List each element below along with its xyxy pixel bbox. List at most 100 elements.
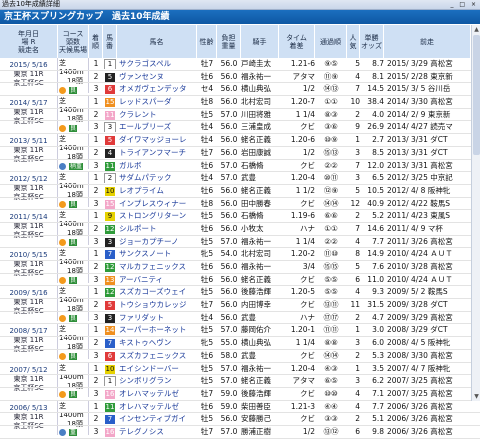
result-row[interactable]: 3 6 スズカフェニックス 牡6 58.0 武豊 クビ ⑭⑭ 2 5.3 2008/ 3/30 高松… — [0, 350, 480, 363]
horse-name[interactable]: スズカコーズウェイ — [117, 286, 199, 297]
horse-name[interactable]: トライアンフマーチ — [117, 147, 199, 158]
previous-race[interactable]: 2015/ 3/29 高松宮 — [384, 58, 474, 69]
result-row[interactable]: 2 10 レオプライム 牡6 56.0 蛯名正義 1 1/2 ⑫⑨ 5 10.5 2012/ 4/ … — [0, 185, 480, 198]
jockey-name[interactable]: 武豊 — [241, 312, 279, 323]
previous-race[interactable]: 2012/ 4/22 鞍馬S — [384, 198, 474, 209]
window-controls[interactable]: _ □ × — [450, 0, 478, 9]
horse-name[interactable]: ダイワマッジョーレ — [117, 134, 199, 145]
result-row[interactable]: 3 11 ガルボ 牡6 57.0 石橋脩 クビ ②② 7 12.0 2013/ 3/31 高松宮 — [0, 160, 480, 173]
previous-race[interactable]: 2011/ 4/ 9 マ杯 — [384, 223, 474, 234]
horse-name[interactable]: クラレント — [117, 109, 199, 120]
jockey-name[interactable]: 藤岡佑介 — [241, 324, 279, 335]
previous-race[interactable]: 2011/ 4/23 東風S — [384, 210, 474, 221]
horse-name[interactable]: ヴァンセンヌ — [117, 71, 199, 82]
jockey-name[interactable]: 川田将雅 — [241, 109, 279, 120]
jockey-name[interactable]: 内田博幸 — [241, 299, 279, 310]
jockey-name[interactable]: 後藤浩輝 — [241, 388, 279, 399]
result-row[interactable]: 1 14 スーパーホーネット 牡5 57.0 藤岡佑介 1.20-1 ⑪⑪ 1 3.0 2008/ … — [0, 324, 480, 338]
jockey-name[interactable]: 武豊 — [241, 350, 279, 361]
scroll-up-arrow-icon[interactable]: ▲ — [472, 25, 480, 34]
jockey-name[interactable]: 安藤勝己 — [241, 413, 279, 424]
jockey-name[interactable]: 福永祐一 — [241, 261, 279, 272]
previous-race[interactable]: 2009/ 3/29 高松宮 — [384, 312, 474, 323]
result-row[interactable]: 3 13 アーバニティ 牡6 56.0 蛯名正義 クビ ⑤⑤ 6 11.0 2010/ 4/24 Ａ… — [0, 274, 480, 287]
result-row[interactable]: 3 3 ファリダット 牡4 56.0 武豊 ハナ ⑰⑰ 2 4.7 2009/ 3/29 高松宮 — [0, 312, 480, 325]
vertical-scrollbar[interactable]: ▲ ▼ — [471, 25, 480, 401]
previous-race[interactable]: 2011/ 3/26 高松宮 — [384, 236, 474, 247]
previous-race[interactable]: 2014/ 2/ 9 東京新 — [384, 109, 474, 120]
jockey-name[interactable]: 後藤浩輝 — [241, 286, 279, 297]
result-row[interactable]: 2 4 トライアンフマーチ 牡7 56.0 岩田康誠 1/2 ⑮⑬ 3 8.5 2013/ 3/31… — [0, 147, 480, 160]
jockey-name[interactable]: 福永祐一 — [241, 71, 279, 82]
previous-race[interactable]: 2012/ 4/ 8 阪神牝 — [384, 185, 474, 196]
horse-name[interactable]: マルカフェニックス — [117, 261, 199, 272]
result-row[interactable]: 1 10 エイシンドーバー 牡5 57.0 福永祐一 1.20-4 ④③ 1 3.5 2007/ 4… — [0, 363, 480, 376]
jockey-name[interactable]: 蛯名正義 — [241, 134, 279, 145]
horse-name[interactable]: スーパーホーネット — [117, 324, 199, 335]
horse-name[interactable]: オレハマッテルゼ — [117, 388, 199, 399]
jockey-name[interactable]: 小牧太 — [241, 223, 279, 234]
previous-race[interactable]: 2013/ 3/31 高松宮 — [384, 160, 474, 171]
jockey-name[interactable]: 福永祐一 — [241, 363, 279, 374]
result-row[interactable]: 2 7 インセンティブガイ 牡5 56.0 安藤勝己 クビ ③③ 2 5.1 2006/ 3/26 … — [0, 413, 480, 426]
previous-race[interactable]: 2009/ 5/ 2 鞍馬S — [384, 286, 474, 297]
result-row[interactable]: 2 12 シルポート 牡6 56.0 小牧太 ハナ ①① 7 14.6 2011/ 4/ 9 マ杯 — [0, 223, 480, 236]
horse-name[interactable]: アーバニティ — [117, 274, 199, 285]
jockey-name[interactable]: 勝浦正樹 — [241, 426, 279, 437]
horse-name[interactable]: シンボリグラン — [117, 375, 199, 386]
jockey-name[interactable]: 蛯名正義 — [241, 185, 279, 196]
previous-race[interactable]: 2008/ 4/ 5 阪神牝 — [384, 337, 474, 348]
horse-name[interactable]: ガルボ — [117, 160, 199, 171]
jockey-name[interactable]: 北村宏司 — [241, 96, 279, 107]
previous-race[interactable]: 2013/ 3/31 ダCT — [384, 147, 474, 158]
result-row[interactable]: 2 7 キストゥヘヴン 牝5 55.0 横山典弘 1 1/4 ⑧⑧ 3 6.0 2008/ 4/ 5… — [0, 337, 480, 350]
jockey-name[interactable]: 石橋脩 — [241, 160, 279, 171]
result-row[interactable]: 1 1 サクラゴスペル 牡7 56.0 戸崎圭太 1.21-6 ⑨⑤ 5 8.7 2015/ 3/2… — [0, 58, 480, 71]
jockey-name[interactable]: 蛯名正義 — [241, 274, 279, 285]
result-row[interactable]: 2 5 ヴァンセンヌ 牡6 56.0 福永祐一 アタマ ⑪⑨ 4 8.1 2015/ 2/28 東京… — [0, 71, 480, 84]
horse-name[interactable]: エールブリーズ — [117, 121, 199, 132]
horse-name[interactable]: シルポート — [117, 223, 199, 234]
result-row[interactable]: 1 7 サンクスノート 牝5 54.0 北村宏司 1.20-2 ⑪⑩ 8 14.9 2010/ 4/… — [0, 248, 480, 261]
result-row[interactable]: 3 3 ジョーカプチーノ 牡5 57.0 福永祐一 1 1/4 ②② 4 7.7 2011/ 3/2… — [0, 236, 480, 249]
previous-race[interactable]: 2007/ 4/ 7 阪神牝 — [384, 363, 474, 374]
horse-name[interactable]: ファリダット — [117, 312, 199, 323]
result-row[interactable]: 3 16 オレハマッテルゼ 牡7 59.0 後藤浩輝 クビ ⑩⑩ 4 7.1 2007/ 3/25 … — [0, 388, 480, 401]
result-row[interactable]: 1 12 スズカコーズウェイ 牡5 56.0 後藤浩輝 1.20-5 ⑤⑤ 4 9.3 2009/ … — [0, 286, 480, 300]
horse-name[interactable]: インセンティブガイ — [117, 413, 199, 424]
result-row[interactable]: 1 2 サダムパテック 牡4 57.0 武豊 1.20-4 ⑩⑪ 3 6.5 2012/ 3/25 … — [0, 172, 480, 185]
result-row[interactable]: 1 5 ダイワマッジョーレ 牡4 56.0 蛯名正義 1.20-6 ⑩⑨ 1 2.7 2013/ 3… — [0, 134, 480, 147]
previous-race[interactable]: 2008/ 3/30 高松宮 — [384, 350, 474, 361]
horse-name[interactable]: サダムパテック — [117, 172, 199, 183]
horse-name[interactable]: トウショウカレッジ — [117, 299, 199, 310]
horse-name[interactable]: スズカフェニックス — [117, 350, 199, 361]
scroll-down-arrow-icon[interactable]: ▼ — [472, 392, 480, 401]
previous-race[interactable]: 2010/ 3/28 高松宮 — [384, 261, 474, 272]
scrollbar-thumb[interactable] — [473, 35, 480, 155]
previous-race[interactable]: 2006/ 3/26 高松宮 — [384, 413, 474, 424]
previous-race[interactable]: 2009/ 3/28 ダCT — [384, 299, 474, 310]
previous-race[interactable]: 2012/ 3/25 中京記 — [384, 172, 474, 183]
jockey-name[interactable]: 北村宏司 — [241, 248, 279, 259]
jockey-name[interactable]: 福永祐一 — [241, 236, 279, 247]
result-row[interactable]: 2 12 マルカフェニックス 牡6 56.0 福永祐一 3/4 ⑮⑮ 5 7.6 2010/ 3/2… — [0, 261, 480, 274]
previous-race[interactable]: 2006/ 3/26 高松宮 — [384, 426, 474, 437]
jockey-name[interactable]: 柴田善臣 — [241, 401, 279, 412]
horse-name[interactable]: レッドスパーダ — [117, 96, 199, 107]
result-row[interactable]: 1 11 オレハマッテルゼ 牡6 59.0 柴田善臣 1.21-3 ④④ 4 7.7 2006/ 3… — [0, 401, 480, 414]
jockey-name[interactable]: 戸崎圭太 — [241, 58, 279, 69]
horse-name[interactable]: レオプライム — [117, 185, 199, 196]
previous-race[interactable]: 2006/ 3/26 高松宮 — [384, 401, 474, 412]
horse-name[interactable]: インプレスウィナー — [117, 198, 199, 209]
previous-race[interactable]: 2010/ 4/24 ＡＵＴ — [384, 274, 474, 285]
horse-name[interactable]: テレグノシス — [117, 426, 199, 437]
horse-name[interactable]: ストロングリターン — [117, 210, 199, 221]
horse-name[interactable]: エイシンドーバー — [117, 363, 199, 374]
result-row[interactable]: 3 15 インプレスウィナー 牡8 56.0 田中勝春 クビ ⑭⑭ 12 40.9 2012/ 4/… — [0, 198, 480, 211]
result-row[interactable]: 1 9 ストロングリターン 牡5 56.0 石橋脩 1.19-6 ⑥⑥ 2 5.2 2011/ 4/… — [0, 210, 480, 223]
jockey-name[interactable]: 武豊 — [241, 172, 279, 183]
jockey-name[interactable]: 岩田康誠 — [241, 147, 279, 158]
result-row[interactable]: 2 1 シンボリグラン 牡5 57.0 蛯名正義 アタマ ⑥⑤ 3 6.2 2007/ 3/25 高… — [0, 375, 480, 388]
previous-race[interactable]: 2015/ 3/ 5 谷川岳 — [384, 83, 474, 94]
result-row[interactable]: 1 15 レッドスパーダ 牡8 56.0 北村宏司 1.20-7 ①① 10 38.4 2014/ … — [0, 96, 480, 109]
